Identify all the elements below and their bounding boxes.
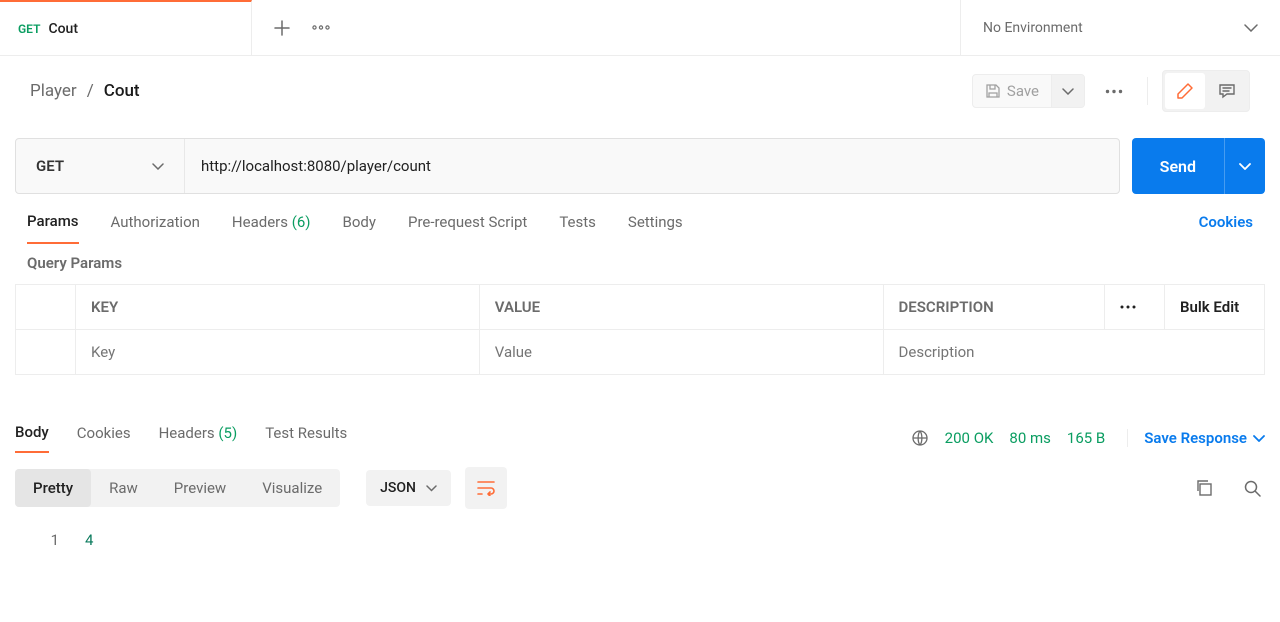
send-dropdown-button[interactable] [1225, 138, 1265, 194]
key-header: KEY [76, 285, 480, 330]
save-icon [985, 83, 1001, 99]
tab-params[interactable]: Params [27, 212, 79, 244]
row-checkbox[interactable] [16, 330, 76, 375]
row-more-header[interactable] [1105, 285, 1165, 330]
response-tab-body[interactable]: Body [15, 423, 49, 453]
request-toolbar: Player / Cout Save [0, 56, 1280, 126]
view-mode-segmented: Pretty Raw Preview Visualize [15, 469, 340, 507]
size-meta: 165 B [1067, 429, 1105, 447]
save-button-label: Save [1007, 82, 1039, 100]
globe-icon[interactable] [911, 429, 929, 447]
response-tab-headers[interactable]: Headers (5) [159, 424, 238, 452]
response-tab-tests[interactable]: Test Results [265, 424, 347, 452]
time-meta: 80 ms [1009, 429, 1050, 447]
tab-headers[interactable]: Headers (6) [232, 213, 311, 243]
tab-actions [252, 0, 352, 55]
chevron-down-icon [1244, 24, 1258, 32]
tab-tests[interactable]: Tests [559, 213, 596, 243]
response-tabs: Body Cookies Headers (5) Test Results 20… [15, 423, 1265, 453]
response-content: 4 [85, 531, 93, 549]
save-dropdown-button[interactable] [1051, 75, 1084, 107]
tab-bar: GET Cout No Environment [0, 0, 1280, 56]
more-actions-button[interactable] [1095, 72, 1133, 110]
tab-headers-count: (6) [292, 213, 311, 231]
pencil-icon [1176, 82, 1194, 100]
request-tabs: Params Authorization Headers (6) Body Pr… [15, 194, 1265, 244]
response-right-actions [1195, 479, 1265, 497]
key-input[interactable] [91, 343, 464, 361]
divider [1147, 77, 1148, 105]
tab-prerequest[interactable]: Pre-request Script [408, 213, 527, 243]
description-input[interactable] [899, 343, 1249, 361]
preview-button[interactable]: Preview [156, 469, 244, 507]
save-button[interactable]: Save [973, 75, 1051, 107]
response-tab-headers-label: Headers [159, 424, 215, 442]
cookies-link[interactable]: Cookies [1199, 213, 1253, 243]
breadcrumb: Player / Cout [30, 81, 140, 101]
breadcrumb-separator: / [87, 81, 94, 101]
more-icon [1105, 89, 1123, 94]
wrap-lines-button[interactable] [465, 467, 507, 509]
more-icon [1120, 305, 1136, 309]
checkbox-header [16, 285, 76, 330]
url-row: GET Send [15, 126, 1265, 194]
chevron-down-icon [1239, 163, 1251, 170]
chevron-down-icon [1062, 88, 1074, 95]
plus-icon [274, 20, 290, 36]
method-value: GET [36, 157, 64, 175]
tab-name-label: Cout [48, 21, 78, 37]
save-button-group: Save [972, 74, 1085, 108]
tab-settings[interactable]: Settings [628, 213, 683, 243]
environment-selector[interactable]: No Environment [960, 0, 1280, 55]
method-url-group: GET [15, 138, 1120, 194]
comments-button[interactable] [1207, 73, 1247, 109]
params-table: KEY VALUE DESCRIPTION Bulk Edit [15, 284, 1265, 375]
tab-method-label: GET [18, 22, 40, 36]
environment-label: No Environment [983, 20, 1083, 36]
request-tab-active[interactable]: GET Cout [0, 0, 252, 55]
url-input[interactable] [184, 139, 1119, 193]
save-response-button[interactable]: Save Response [1127, 429, 1265, 447]
table-row [16, 330, 1265, 375]
breadcrumb-parent[interactable]: Player [30, 81, 77, 101]
wrap-icon [476, 480, 496, 496]
save-response-label: Save Response [1144, 429, 1247, 447]
line-number: 1 [51, 531, 59, 549]
format-label: JSON [380, 480, 416, 496]
tab-body[interactable]: Body [343, 213, 376, 243]
response-tab-cookies[interactable]: Cookies [77, 424, 131, 452]
value-header: VALUE [479, 285, 883, 330]
response-meta: 200 OK 80 ms 165 B Save Response [911, 429, 1265, 447]
format-selector[interactable]: JSON [366, 470, 451, 506]
description-header: DESCRIPTION [883, 285, 1104, 330]
response-body[interactable]: 1 4 [15, 523, 1265, 557]
search-icon[interactable] [1243, 479, 1261, 497]
chevron-down-icon [152, 163, 164, 170]
response-panel: Body Cookies Headers (5) Test Results 20… [15, 423, 1265, 557]
response-tab-headers-count: (5) [218, 424, 237, 442]
chevron-down-icon [1253, 435, 1265, 442]
send-button[interactable]: Send [1132, 138, 1225, 194]
edit-button[interactable] [1165, 73, 1205, 109]
tab-options-button[interactable] [312, 25, 330, 30]
response-toolbar: Pretty Raw Preview Visualize JSON [15, 453, 1265, 523]
method-selector[interactable]: GET [16, 139, 184, 193]
comment-icon [1218, 82, 1236, 100]
query-params-label: Query Params [15, 244, 1265, 284]
tab-authorization[interactable]: Authorization [111, 213, 200, 243]
status-meta: 200 OK [945, 429, 994, 447]
chevron-down-icon [426, 485, 437, 492]
bulk-edit-button[interactable]: Bulk Edit [1165, 285, 1265, 330]
value-input[interactable] [495, 343, 868, 361]
visualize-button[interactable]: Visualize [244, 469, 340, 507]
send-button-group: Send [1132, 138, 1265, 194]
new-tab-button[interactable] [274, 20, 290, 36]
view-actions [1162, 70, 1250, 112]
tab-headers-label: Headers [232, 213, 288, 231]
raw-button[interactable]: Raw [91, 469, 156, 507]
pretty-button[interactable]: Pretty [15, 469, 91, 507]
copy-icon[interactable] [1195, 479, 1213, 497]
breadcrumb-current: Cout [104, 81, 140, 101]
more-icon [312, 25, 330, 30]
